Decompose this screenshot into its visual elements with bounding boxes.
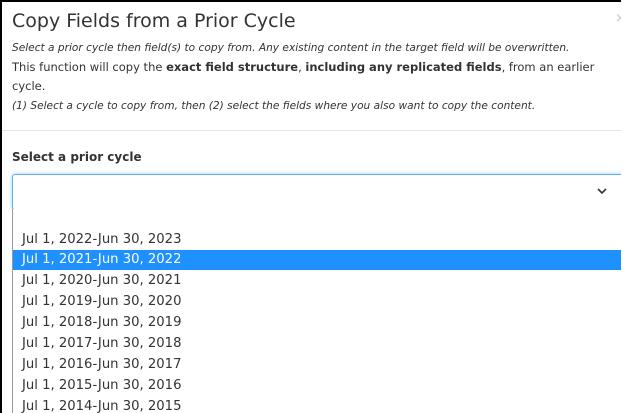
instruction-text: , from an earlier <box>501 60 595 74</box>
chevron-down-icon[interactable] <box>596 186 608 196</box>
cycle-option[interactable]: Jul 1, 2017-Jun 30, 2018 <box>13 334 621 354</box>
cycle-option[interactable]: Jul 1, 2019-Jun 30, 2020 <box>13 292 621 312</box>
instruction-line-2: This function will copy the exact field … <box>12 58 594 76</box>
instruction-line-3: cycle. <box>12 79 46 93</box>
cycle-option-selected[interactable]: Jul 1, 2021-Jun 30, 2022 <box>13 250 621 270</box>
cycle-option[interactable]: Jul 1, 2018-Jun 30, 2019 <box>13 313 621 333</box>
cycle-option[interactable]: Jul 1, 2022-Jun 30, 2023 <box>13 230 621 250</box>
cycle-select-label: Select a prior cycle <box>12 150 142 164</box>
instruction-bold-text: exact field structure <box>166 60 299 74</box>
cycle-select[interactable] <box>12 174 621 210</box>
dialog-title: Copy Fields from a Prior Cycle <box>12 10 296 32</box>
cycle-option[interactable]: Jul 1, 2020-Jun 30, 2021 <box>13 271 621 291</box>
cycle-option[interactable]: Jul 1, 2016-Jun 30, 2017 <box>13 355 621 375</box>
cycle-options-dropdown: Jul 1, 2022-Jun 30, 2023 Jul 1, 2021-Jun… <box>12 209 621 413</box>
instruction-text: This function will copy the <box>12 60 167 74</box>
close-icon[interactable]: × <box>615 12 621 25</box>
cycle-option[interactable]: Jul 1, 2014-Jun 30, 2015 <box>13 397 621 413</box>
instruction-bold-text: including any replicated fields <box>305 60 502 74</box>
cycle-option[interactable]: Jul 1, 2015-Jun 30, 2016 <box>13 376 621 396</box>
dialog-header: Copy Fields from a Prior Cycle × Select … <box>2 2 621 131</box>
copy-fields-dialog: Copy Fields from a Prior Cycle × Select … <box>0 0 621 413</box>
instruction-line-1: Select a prior cycle then field(s) to co… <box>12 42 570 54</box>
instruction-line-4: (1) Select a cycle to copy from, then (2… <box>12 100 536 112</box>
